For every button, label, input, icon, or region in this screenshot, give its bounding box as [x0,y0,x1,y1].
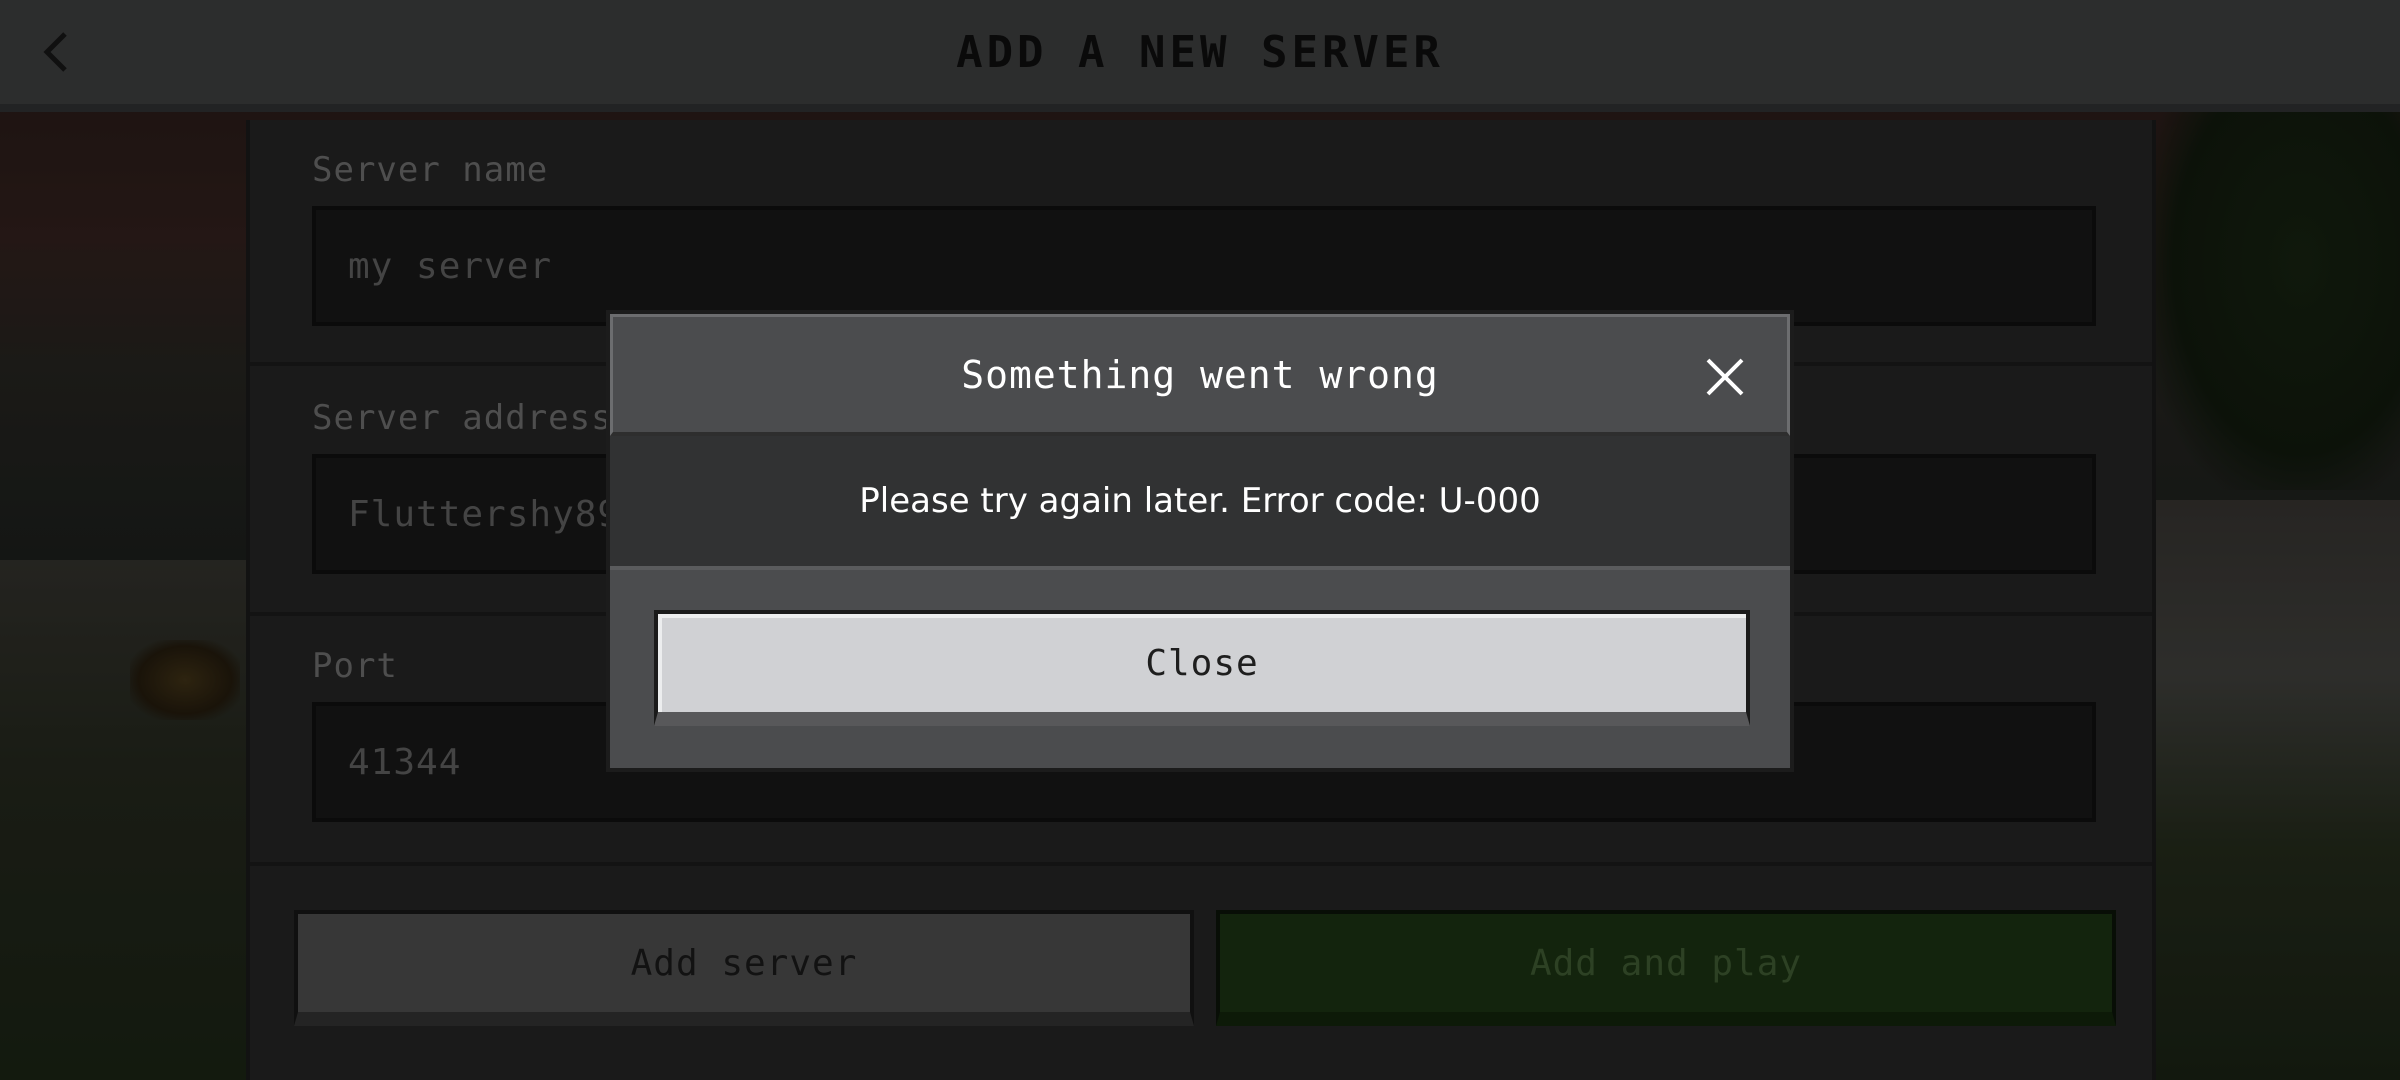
dialog-body: Please try again later. Error code: U-00… [610,436,1790,570]
dialog-footer: Close [610,570,1790,768]
close-x-icon [1706,358,1744,396]
error-message: Please try again later. Error code: U-00… [859,481,1541,521]
dialog-title: Something went wrong [961,352,1439,397]
dialog-close-button[interactable] [1703,355,1747,399]
error-dialog: Something went wrong Please try again la… [606,310,1794,772]
close-button[interactable]: Close [654,610,1750,726]
dialog-header: Something went wrong [610,314,1790,436]
